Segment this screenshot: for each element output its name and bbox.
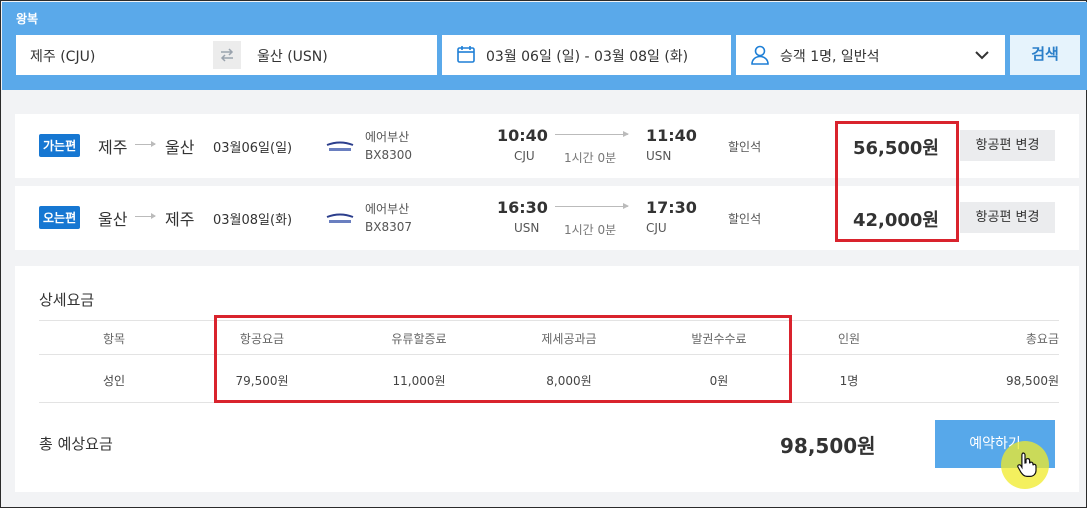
column-header: 인원 bbox=[837, 332, 861, 346]
departure-time: 16:30 bbox=[497, 198, 548, 217]
origin-input[interactable]: 제주 (CJU) bbox=[30, 46, 95, 66]
departure-time: 10:40 bbox=[497, 126, 548, 145]
arrival-time: 11:40 bbox=[646, 126, 697, 145]
air-busan-logo-icon bbox=[326, 141, 354, 151]
change-flight-button[interactable]: 항공편 변경 bbox=[960, 130, 1055, 161]
total-fare-label: 총 예상요금 bbox=[39, 435, 113, 453]
swap-route-button[interactable] bbox=[213, 41, 241, 69]
departure-airport: CJU bbox=[514, 149, 535, 163]
flight-duration: 1시간 0분 bbox=[564, 151, 617, 165]
seat-class: 할인석 bbox=[728, 212, 762, 226]
column-header: 항목 bbox=[102, 332, 126, 346]
flight-duration: 1시간 0분 bbox=[564, 223, 617, 237]
flight-date: 03월08일(화) bbox=[213, 213, 293, 228]
date-range-field[interactable]: 03월 06일 (일) - 03월 08일 (화) bbox=[442, 35, 731, 75]
destination-input[interactable]: 울산 (USN) bbox=[257, 46, 328, 66]
search-button[interactable]: 검색 bbox=[1010, 35, 1080, 75]
user-icon bbox=[751, 45, 769, 65]
hand-pointer-icon bbox=[1017, 452, 1037, 477]
arrival-airport: USN bbox=[646, 149, 672, 163]
duration-arrow-icon bbox=[555, 131, 629, 137]
change-flight-button[interactable]: 항공편 변경 bbox=[960, 202, 1055, 233]
fare-details-title: 상세요금 bbox=[39, 291, 95, 309]
table-cell: 1명 bbox=[839, 374, 859, 388]
outbound-badge: 가는편 bbox=[39, 134, 81, 157]
column-header: 총요금 bbox=[1025, 332, 1059, 346]
window-frame: 왕복 제주 (CJU) 울산 (USN) 03월 06일 (일) - 03월 0… bbox=[0, 0, 1087, 508]
arrival-time: 17:30 bbox=[646, 198, 697, 217]
flight-number: BX8307 bbox=[365, 220, 412, 234]
origin-city: 제주 bbox=[98, 138, 128, 157]
origin-city: 울산 bbox=[98, 210, 128, 229]
arrival-airport: CJU bbox=[646, 221, 667, 235]
destination-city: 제주 bbox=[165, 210, 195, 229]
air-busan-logo-icon bbox=[326, 213, 354, 223]
airline-name: 에어부산 bbox=[365, 130, 410, 144]
flight-search-bar: 왕복 제주 (CJU) 울산 (USN) 03월 06일 (일) - 03월 0… bbox=[2, 2, 1087, 90]
route-arrow-icon bbox=[135, 141, 156, 147]
duration-arrow-icon bbox=[555, 203, 629, 209]
breakdown-highlight-box bbox=[214, 315, 792, 403]
airline-name: 에어부산 bbox=[365, 202, 410, 216]
calendar-icon bbox=[457, 46, 475, 63]
date-range-text: 03월 06일 (일) - 03월 08일 (화) bbox=[486, 49, 689, 65]
swap-arrows-icon bbox=[220, 48, 234, 62]
flight-number: BX8300 bbox=[365, 148, 412, 162]
departure-airport: USN bbox=[514, 221, 540, 235]
trip-type-label[interactable]: 왕복 bbox=[16, 10, 38, 27]
passenger-text: 승객 1명, 일반석 bbox=[780, 49, 880, 65]
table-cell: 성인 bbox=[102, 374, 126, 388]
table-cell: 98,500원 bbox=[1005, 374, 1059, 388]
seat-class: 할인석 bbox=[728, 140, 762, 154]
passenger-select[interactable]: 승객 1명, 일반석 bbox=[736, 35, 1005, 75]
route-arrow-icon bbox=[135, 213, 156, 219]
route-field[interactable]: 제주 (CJU) 울산 (USN) bbox=[16, 35, 437, 75]
total-fare-amount: 98,500원 bbox=[780, 434, 876, 458]
return-badge: 오는편 bbox=[39, 206, 81, 229]
fare-highlight-box bbox=[835, 121, 959, 242]
destination-city: 울산 bbox=[165, 138, 195, 157]
chevron-down-icon[interactable] bbox=[974, 47, 990, 63]
flight-date: 03월06일(일) bbox=[213, 141, 293, 156]
